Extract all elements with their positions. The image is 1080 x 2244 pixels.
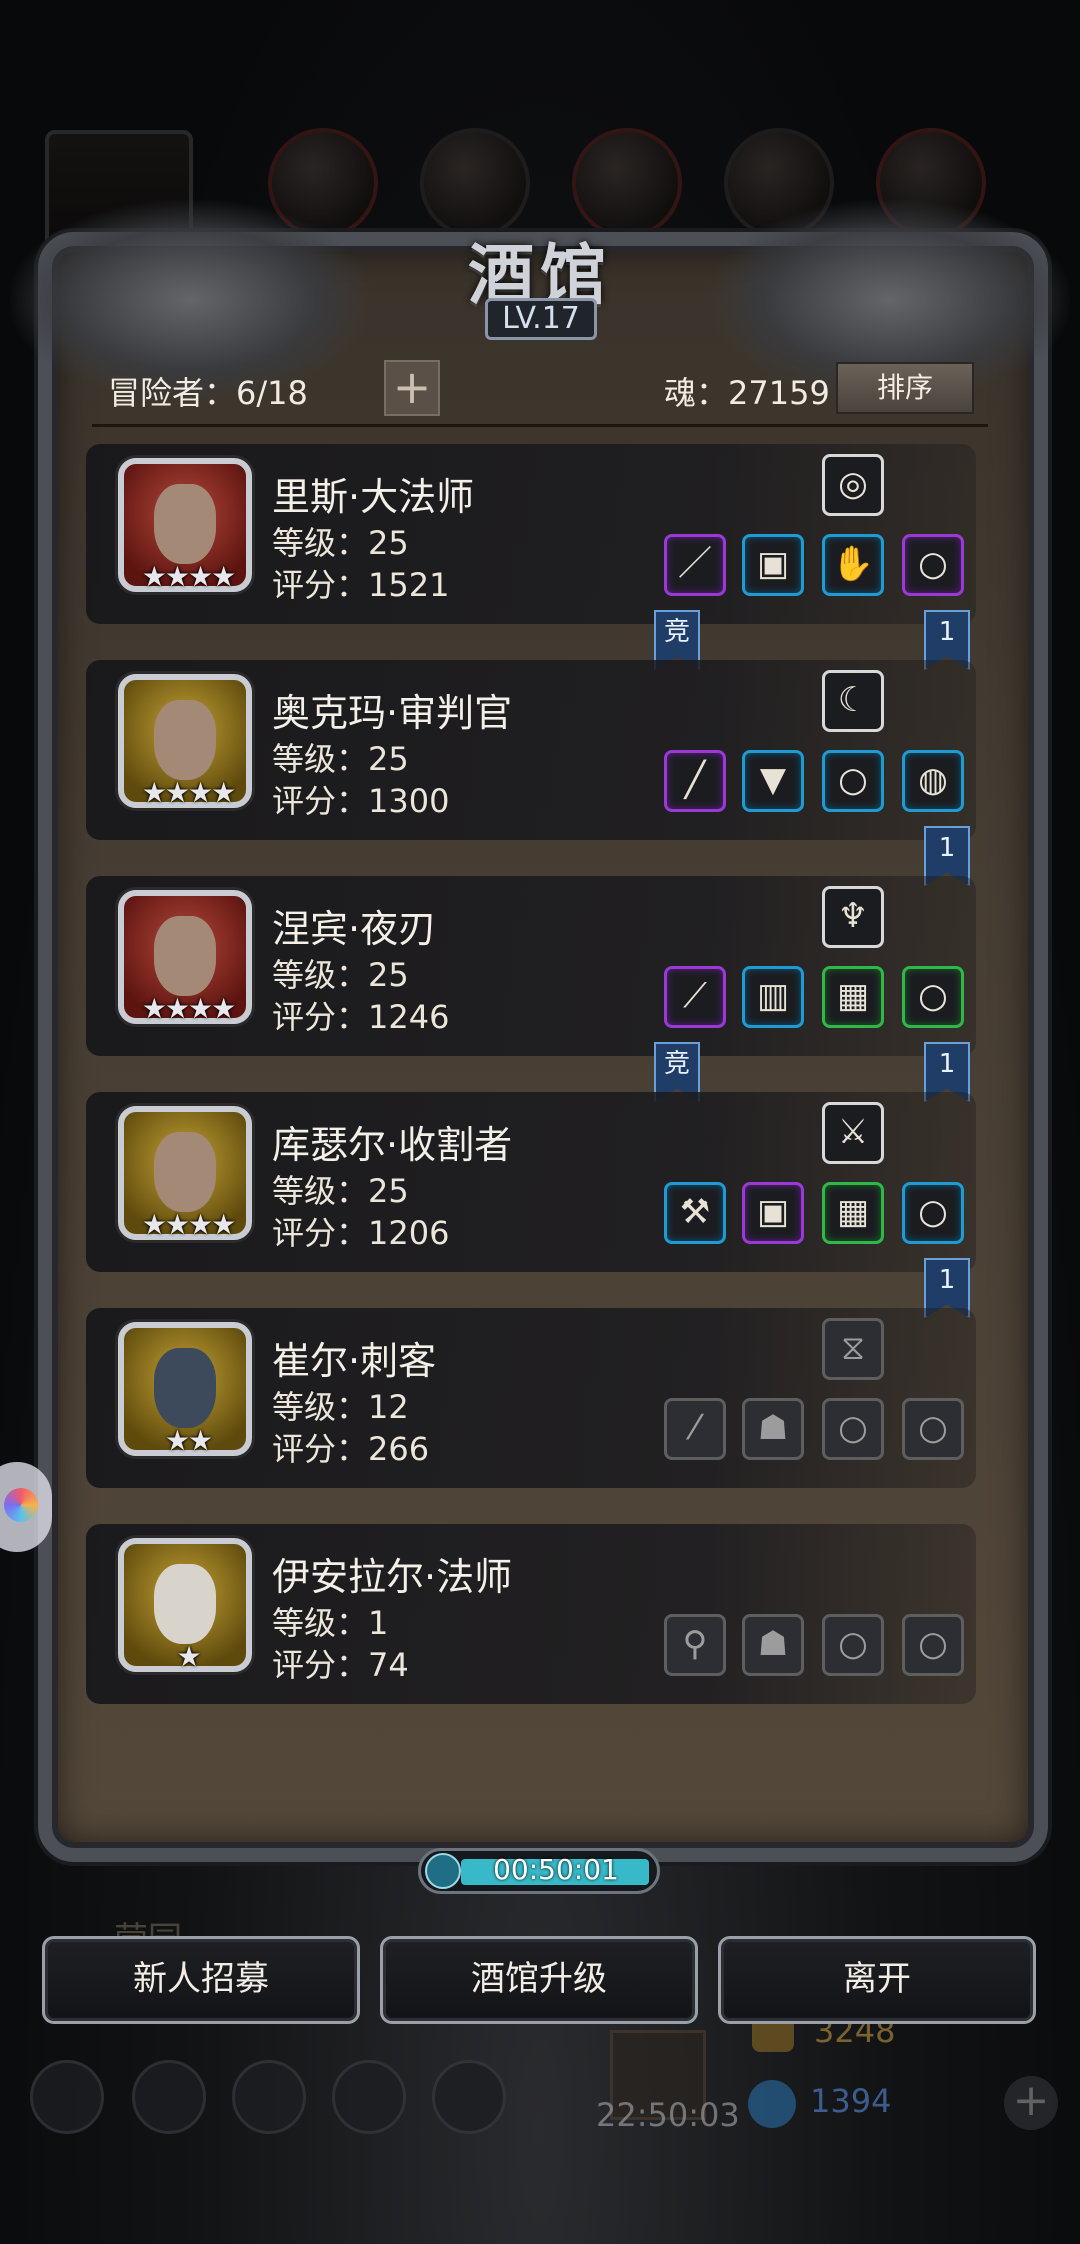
hero-stars: ★: [176, 1640, 201, 1673]
empty-slot-icon[interactable]: ⧖: [822, 1318, 884, 1380]
hero-name: 库瑟尔·收割者: [272, 1123, 513, 1167]
soul-count: 魂：27159: [664, 374, 830, 412]
bracer-icon[interactable]: ⚔: [822, 1102, 884, 1164]
equipment-slot-icon[interactable]: ╱: [664, 750, 726, 812]
recruit-button[interactable]: 新人招募: [42, 1936, 360, 2024]
equipment-slot-icon[interactable]: ◍: [902, 750, 964, 812]
fang-icon[interactable]: ☾: [822, 670, 884, 732]
hero-level: 等级：12: [272, 1388, 409, 1426]
equipment-slot-icon[interactable]: ▼: [742, 750, 804, 812]
ring-icon[interactable]: ◎: [822, 454, 884, 516]
hero-face: [154, 1132, 216, 1212]
sort-button[interactable]: 排序: [836, 362, 974, 414]
hero-name: 崔尔·刺客: [272, 1339, 437, 1383]
hero-stars: ★★★★: [141, 1208, 236, 1241]
equipment-slot-icon[interactable]: ○: [902, 1614, 964, 1676]
hero-face: [154, 700, 216, 780]
equipment-slot-icon[interactable]: ○: [902, 966, 964, 1028]
leave-button[interactable]: 离开: [718, 1936, 1036, 2024]
background-clock: 22:50:03: [596, 2096, 740, 2134]
hero-score: 评分：1246: [272, 998, 450, 1036]
hero-score: 评分：1521: [272, 566, 450, 604]
hero-name: 里斯·大法师: [272, 475, 475, 519]
assistive-float-button[interactable]: [0, 1462, 52, 1552]
amulet-icon[interactable]: ♆: [822, 886, 884, 948]
hero-stars: ★★★★: [141, 992, 236, 1025]
equipment-slot-icon[interactable]: ⟋: [664, 966, 726, 1028]
hero-name: 奥克玛·审判官: [272, 691, 513, 735]
hero-score: 评分：74: [272, 1646, 409, 1684]
equipment-slot-icon[interactable]: ⁄: [664, 1398, 726, 1460]
equipment-slot-icon[interactable]: ▣: [742, 534, 804, 596]
equipment-slot-icon[interactable]: ○: [902, 1398, 964, 1460]
equipment-slot-icon[interactable]: ／: [664, 534, 726, 596]
hero-stars: ★★★★: [141, 560, 236, 593]
equipment-slot-icon[interactable]: ⚒: [664, 1182, 726, 1244]
mail-icon: [332, 2060, 406, 2134]
hero-face: [154, 1348, 216, 1428]
hero-face: [154, 916, 216, 996]
clock-icon: [425, 1853, 461, 1889]
equipment-slot-icon[interactable]: ⚲: [664, 1614, 726, 1676]
refresh-timer: 00:50:01: [418, 1848, 660, 1894]
add-currency-icon: +: [1004, 2076, 1058, 2130]
inventory-icon: [432, 2060, 506, 2134]
hero-score: 评分：266: [272, 1430, 430, 1468]
hero-level: 等级：1: [272, 1604, 389, 1642]
equipment-slot-icon[interactable]: ○: [902, 534, 964, 596]
equipment-slot-icon[interactable]: ○: [822, 1614, 884, 1676]
hero-level: 等级：25: [272, 524, 409, 562]
tavern-level-badge: LV.17: [485, 298, 597, 340]
hero-name: 伊安拉尔·法师: [272, 1555, 513, 1599]
hero-stars: ★★★★: [141, 776, 236, 809]
equipment-slot-icon[interactable]: ▦: [822, 1182, 884, 1244]
hero-face: [154, 1564, 216, 1644]
settings-icon: [30, 2060, 104, 2134]
equipment-slot-icon[interactable]: ○: [902, 1182, 964, 1244]
equipment-slot-icon[interactable]: ▥: [742, 966, 804, 1028]
equipment-slot-icon[interactable]: ☗: [742, 1398, 804, 1460]
hero-score: 评分：1206: [272, 1214, 450, 1252]
header-divider: [92, 424, 988, 427]
hero-score: 评分：1300: [272, 782, 450, 820]
upgrade-tavern-button[interactable]: 酒馆升级: [380, 1936, 698, 2024]
equipment-slot-icon[interactable]: ✋: [822, 534, 884, 596]
hero-level: 等级：25: [272, 740, 409, 778]
achievement-icon: [132, 2060, 206, 2134]
add-adventurer-button[interactable]: +: [384, 360, 440, 416]
assistive-icon: [4, 1488, 38, 1522]
hero-name: 涅宾·夜刃: [272, 907, 437, 951]
hero-stars: ★★: [164, 1424, 213, 1457]
equipment-slot-icon[interactable]: ▣: [742, 1182, 804, 1244]
adventurer-count: 冒险者：6/18: [108, 374, 308, 412]
hero-level: 等级：25: [272, 1172, 409, 1210]
equipment-slot-icon[interactable]: ○: [822, 1398, 884, 1460]
equipment-slot-icon[interactable]: ○: [822, 750, 884, 812]
gem-icon: [748, 2080, 796, 2128]
hero-face: [154, 484, 216, 564]
equipment-slot-icon[interactable]: ☗: [742, 1614, 804, 1676]
summon-icon: [232, 2060, 306, 2134]
timer-text: 00:50:01: [493, 1853, 619, 1886]
background-gems: 1394: [810, 2082, 892, 2120]
equipment-slot-icon[interactable]: ▦: [822, 966, 884, 1028]
plus-icon: +: [392, 360, 432, 414]
hero-level: 等级：25: [272, 956, 409, 994]
